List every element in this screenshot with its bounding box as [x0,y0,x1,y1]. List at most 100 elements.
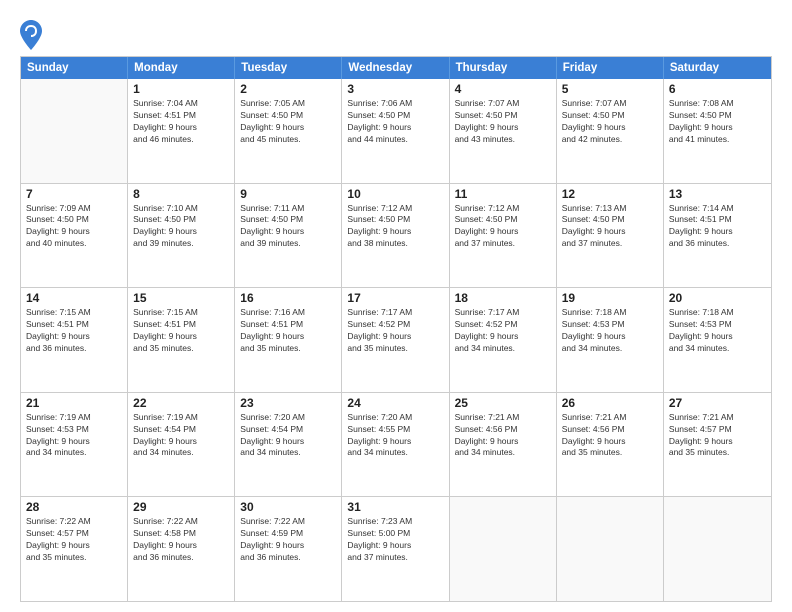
calendar-row-4: 28Sunrise: 7:22 AMSunset: 4:57 PMDayligh… [21,496,771,601]
calendar-cell: 21 Sunrise: 7:19 AMSunset: 4:53 PMDayligh… [21,393,128,497]
calendar-cell: 17 Sunrise: 7:17 AMSunset: 4:52 PMDayligh… [342,288,449,392]
cell-info: Sunrise: 7:05 AMSunset: 4:50 PMDaylight:… [240,98,336,146]
day-number: 9 [240,187,336,201]
cell-info: Sunrise: 7:18 AMSunset: 4:53 PMDaylight:… [669,307,766,355]
day-number: 15 [133,291,229,305]
calendar-cell: 28Sunrise: 7:22 AMSunset: 4:57 PMDayligh… [21,497,128,601]
day-number: 8 [133,187,229,201]
cell-info: Sunrise: 7:15 AMSunset: 4:51 PMDaylight:… [26,307,122,355]
calendar-row-2: 14 Sunrise: 7:15 AMSunset: 4:51 PMDayligh… [21,287,771,392]
calendar-cell: 3Sunrise: 7:06 AMSunset: 4:50 PMDaylight… [342,79,449,183]
day-number: 10 [347,187,443,201]
calendar-cell: 4 Sunrise: 7:07 AMSunset: 4:50 PMDaylight… [450,79,557,183]
cell-info: Sunrise: 7:12 AMSunset: 4:50 PMDaylight:… [347,203,443,251]
day-number: 17 [347,291,443,305]
cell-info: Sunrise: 7:13 AMSunset: 4:50 PMDaylight:… [562,203,658,251]
calendar-cell: 6 Sunrise: 7:08 AMSunset: 4:50 PMDaylight… [664,79,771,183]
calendar-cell: 25Sunrise: 7:21 AMSunset: 4:56 PMDayligh… [450,393,557,497]
cell-info: Sunrise: 7:19 AMSunset: 4:54 PMDaylight:… [133,412,229,460]
day-number: 21 [26,396,122,410]
calendar-body: 1 Sunrise: 7:04 AMSunset: 4:51 PMDaylight… [21,79,771,601]
day-number: 18 [455,291,551,305]
header [20,16,772,48]
calendar-cell: 22 Sunrise: 7:19 AMSunset: 4:54 PMDayligh… [128,393,235,497]
header-day-friday: Friday [557,57,664,79]
calendar-row-1: 7 Sunrise: 7:09 AMSunset: 4:50 PMDaylight… [21,183,771,288]
cell-info: Sunrise: 7:23 AMSunset: 5:00 PMDaylight:… [347,516,443,564]
cell-info: Sunrise: 7:09 AMSunset: 4:50 PMDaylight:… [26,203,122,251]
cell-info: Sunrise: 7:18 AMSunset: 4:53 PMDaylight:… [562,307,658,355]
calendar-cell [21,79,128,183]
day-number: 31 [347,500,443,514]
header-day-thursday: Thursday [450,57,557,79]
day-number: 27 [669,396,766,410]
day-number: 12 [562,187,658,201]
header-day-saturday: Saturday [664,57,771,79]
calendar: SundayMondayTuesdayWednesdayThursdayFrid… [20,56,772,602]
calendar-cell: 11Sunrise: 7:12 AMSunset: 4:50 PMDayligh… [450,184,557,288]
calendar-header: SundayMondayTuesdayWednesdayThursdayFrid… [21,57,771,79]
calendar-cell: 9 Sunrise: 7:11 AMSunset: 4:50 PMDaylight… [235,184,342,288]
calendar-cell: 13 Sunrise: 7:14 AMSunset: 4:51 PMDayligh… [664,184,771,288]
day-number: 13 [669,187,766,201]
calendar-cell: 31 Sunrise: 7:23 AMSunset: 5:00 PMDayligh… [342,497,449,601]
cell-info: Sunrise: 7:17 AMSunset: 4:52 PMDaylight:… [455,307,551,355]
cell-info: Sunrise: 7:22 AMSunset: 4:58 PMDaylight:… [133,516,229,564]
day-number: 7 [26,187,122,201]
cell-info: Sunrise: 7:06 AMSunset: 4:50 PMDaylight:… [347,98,443,146]
day-number: 20 [669,291,766,305]
day-number: 25 [455,396,551,410]
day-number: 26 [562,396,658,410]
calendar-row-0: 1 Sunrise: 7:04 AMSunset: 4:51 PMDaylight… [21,79,771,183]
header-day-monday: Monday [128,57,235,79]
cell-info: Sunrise: 7:07 AMSunset: 4:50 PMDaylight:… [455,98,551,146]
day-number: 4 [455,82,551,96]
day-number: 11 [455,187,551,201]
calendar-cell: 19 Sunrise: 7:18 AMSunset: 4:53 PMDayligh… [557,288,664,392]
calendar-cell [557,497,664,601]
header-day-sunday: Sunday [21,57,128,79]
calendar-cell: 27Sunrise: 7:21 AMSunset: 4:57 PMDayligh… [664,393,771,497]
cell-info: Sunrise: 7:22 AMSunset: 4:57 PMDaylight:… [26,516,122,564]
logo-icon [20,20,40,48]
day-number: 5 [562,82,658,96]
calendar-cell: 10 Sunrise: 7:12 AMSunset: 4:50 PMDayligh… [342,184,449,288]
day-number: 22 [133,396,229,410]
cell-info: Sunrise: 7:07 AMSunset: 4:50 PMDaylight:… [562,98,658,146]
calendar-cell: 2 Sunrise: 7:05 AMSunset: 4:50 PMDaylight… [235,79,342,183]
calendar-cell: 18 Sunrise: 7:17 AMSunset: 4:52 PMDayligh… [450,288,557,392]
calendar-cell: 29Sunrise: 7:22 AMSunset: 4:58 PMDayligh… [128,497,235,601]
day-number: 30 [240,500,336,514]
day-number: 19 [562,291,658,305]
day-number: 14 [26,291,122,305]
cell-info: Sunrise: 7:10 AMSunset: 4:50 PMDaylight:… [133,203,229,251]
cell-info: Sunrise: 7:22 AMSunset: 4:59 PMDaylight:… [240,516,336,564]
calendar-cell: 20 Sunrise: 7:18 AMSunset: 4:53 PMDayligh… [664,288,771,392]
calendar-cell: 15 Sunrise: 7:15 AMSunset: 4:51 PMDayligh… [128,288,235,392]
calendar-cell: 1 Sunrise: 7:04 AMSunset: 4:51 PMDaylight… [128,79,235,183]
cell-info: Sunrise: 7:08 AMSunset: 4:50 PMDaylight:… [669,98,766,146]
calendar-cell: 5 Sunrise: 7:07 AMSunset: 4:50 PMDaylight… [557,79,664,183]
calendar-row-3: 21 Sunrise: 7:19 AMSunset: 4:53 PMDayligh… [21,392,771,497]
calendar-cell [450,497,557,601]
day-number: 2 [240,82,336,96]
cell-info: Sunrise: 7:19 AMSunset: 4:53 PMDaylight:… [26,412,122,460]
day-number: 1 [133,82,229,96]
calendar-cell: 23Sunrise: 7:20 AMSunset: 4:54 PMDayligh… [235,393,342,497]
cell-info: Sunrise: 7:20 AMSunset: 4:55 PMDaylight:… [347,412,443,460]
calendar-cell: 30 Sunrise: 7:22 AMSunset: 4:59 PMDayligh… [235,497,342,601]
cell-info: Sunrise: 7:14 AMSunset: 4:51 PMDaylight:… [669,203,766,251]
day-number: 24 [347,396,443,410]
logo [20,20,44,48]
day-number: 16 [240,291,336,305]
cell-info: Sunrise: 7:17 AMSunset: 4:52 PMDaylight:… [347,307,443,355]
cell-info: Sunrise: 7:15 AMSunset: 4:51 PMDaylight:… [133,307,229,355]
calendar-cell: 8 Sunrise: 7:10 AMSunset: 4:50 PMDaylight… [128,184,235,288]
calendar-cell: 12 Sunrise: 7:13 AMSunset: 4:50 PMDayligh… [557,184,664,288]
cell-info: Sunrise: 7:11 AMSunset: 4:50 PMDaylight:… [240,203,336,251]
day-number: 6 [669,82,766,96]
calendar-cell: 16Sunrise: 7:16 AMSunset: 4:51 PMDayligh… [235,288,342,392]
calendar-cell: 24 Sunrise: 7:20 AMSunset: 4:55 PMDayligh… [342,393,449,497]
cell-info: Sunrise: 7:21 AMSunset: 4:56 PMDaylight:… [562,412,658,460]
cell-info: Sunrise: 7:04 AMSunset: 4:51 PMDaylight:… [133,98,229,146]
